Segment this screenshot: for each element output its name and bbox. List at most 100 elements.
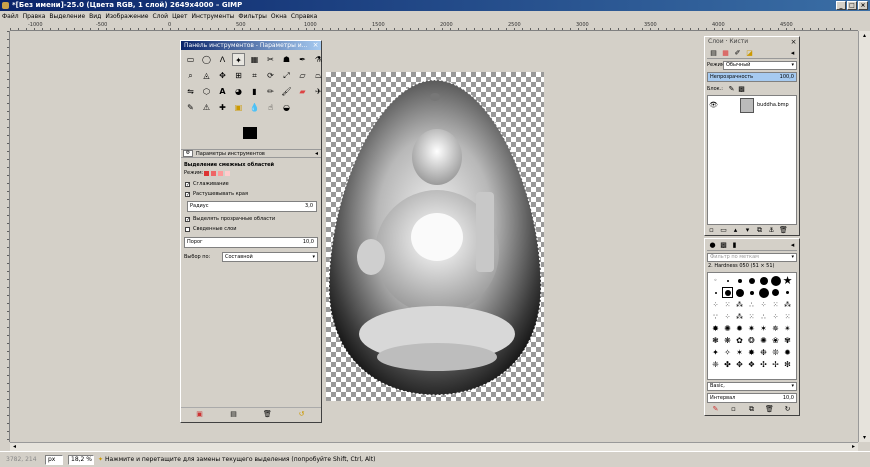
lock-pixels-icon[interactable]: ✎: [727, 85, 736, 94]
scale-icon[interactable]: ⤢: [280, 69, 293, 82]
airbrush-icon[interactable]: ✈: [312, 85, 325, 98]
feather-checkbox[interactable]: ✓: [185, 192, 190, 198]
lock-alpha-icon[interactable]: ▩: [737, 85, 746, 94]
shear-icon[interactable]: ▱: [296, 69, 309, 82]
brush-item[interactable]: ❋: [722, 335, 733, 346]
move-icon[interactable]: ✥: [216, 69, 229, 82]
rotate-icon[interactable]: ⟳: [264, 69, 277, 82]
unit-dropdown[interactable]: px: [45, 455, 63, 465]
lower-layer-icon[interactable]: ▾: [743, 226, 752, 235]
brush-item[interactable]: ⁙: [782, 311, 793, 322]
brush-item[interactable]: ✵: [770, 323, 781, 334]
cage-icon[interactable]: ⬡: [200, 85, 213, 98]
gradient-icon[interactable]: ▮: [248, 85, 261, 98]
brush-item[interactable]: ⁂: [734, 299, 745, 310]
select-by-dropdown[interactable]: Составной ▾: [222, 252, 318, 262]
layers-tab-icon[interactable]: ▤: [709, 49, 718, 58]
brush-item[interactable]: ✧: [722, 347, 733, 358]
foreground-select-icon[interactable]: ☗: [280, 53, 293, 66]
flip-icon[interactable]: ⇋: [184, 85, 197, 98]
delete-layer-icon[interactable]: 🗑: [779, 226, 788, 235]
menu-edit[interactable]: Правка: [21, 11, 48, 22]
maximize-button[interactable]: □: [847, 1, 857, 10]
edit-brush-icon[interactable]: ✎: [711, 405, 720, 414]
menu-view[interactable]: Вид: [87, 11, 103, 22]
tool-options-tab[interactable]: ⚙ Параметры инструментов ◂: [181, 149, 321, 158]
tab-menu-icon[interactable]: ◂: [315, 150, 318, 158]
brush-item[interactable]: ∵: [710, 311, 721, 322]
ruler-corner[interactable]: [0, 22, 10, 31]
brushes-tab-icon[interactable]: ●: [708, 241, 717, 250]
brush-item[interactable]: ❖: [746, 359, 757, 370]
duplicate-brush-icon[interactable]: ⧉: [747, 405, 756, 414]
brush-item[interactable]: [746, 275, 757, 286]
menu-color[interactable]: Цвет: [170, 11, 189, 22]
patterns-tab-icon[interactable]: ▩: [719, 241, 728, 250]
scroll-right-icon[interactable]: ▸: [849, 442, 858, 451]
brush-item[interactable]: [758, 275, 769, 286]
brush-item[interactable]: ✾: [782, 335, 793, 346]
zoom-icon[interactable]: ⌕: [184, 69, 197, 82]
restore-options-icon[interactable]: ▤: [229, 410, 238, 419]
tab-menu-icon[interactable]: ◂: [788, 49, 797, 58]
brush-item[interactable]: [770, 287, 781, 298]
panel-close-icon[interactable]: ×: [311, 41, 320, 50]
brush-item[interactable]: ❂: [746, 335, 757, 346]
brush-item[interactable]: ❈: [710, 359, 721, 370]
zoom-dropdown[interactable]: 18,2 %: [68, 455, 94, 465]
brush-item[interactable]: ❇: [782, 359, 793, 370]
smudge-icon[interactable]: ☝: [264, 101, 277, 114]
brush-item[interactable]: [734, 287, 745, 298]
perspective-icon[interactable]: ⏢: [312, 69, 325, 82]
brush-item[interactable]: ❀: [770, 335, 781, 346]
pencil-icon[interactable]: ✏: [264, 85, 277, 98]
gradients-tab-icon[interactable]: ▮: [730, 241, 739, 250]
delete-options-icon[interactable]: 🗑: [263, 410, 272, 419]
brush-preset-dropdown[interactable]: Basic, ▾: [707, 382, 797, 391]
brush-item[interactable]: ✶: [734, 347, 745, 358]
align-icon[interactable]: ⊞: [232, 69, 245, 82]
menu-layer[interactable]: Слой: [150, 11, 170, 22]
brush-item[interactable]: ★: [782, 274, 793, 287]
brush-item[interactable]: ✺: [758, 335, 769, 346]
brush-item[interactable]: ⁘: [710, 299, 721, 310]
color-picker-icon[interactable]: ⚗: [312, 53, 325, 66]
paths-icon[interactable]: ✒: [296, 53, 309, 66]
brush-item[interactable]: ✣: [758, 359, 769, 370]
menu-select[interactable]: Выделение: [47, 11, 87, 22]
menu-windows[interactable]: Окна: [269, 11, 289, 22]
delete-brush-icon[interactable]: 🗑: [765, 405, 774, 414]
new-brush-icon[interactable]: ▫: [729, 405, 738, 414]
mode-replace-icon[interactable]: [204, 171, 209, 176]
layer-mode-dropdown[interactable]: Обычный ▾: [723, 61, 797, 70]
threshold-slider[interactable]: Порог 10,0: [184, 237, 318, 248]
menu-image[interactable]: Изображение: [103, 11, 150, 22]
brush-item[interactable]: [782, 287, 793, 298]
brush-grid[interactable]: ◦ ★ ⁘ ⁙ ⁂ ∴ ⁘ ⁙ ⁂ ∵ ⁘ ⁂ ⁙ ∴ ⁘ ⁙ ✸ ✺ ✹ ✷ …: [707, 272, 797, 380]
refresh-brushes-icon[interactable]: ↻: [783, 405, 792, 414]
ink-icon[interactable]: ✎: [184, 101, 197, 114]
brush-item[interactable]: ✺: [722, 323, 733, 334]
color-select-icon[interactable]: ▦: [248, 53, 261, 66]
brush-item[interactable]: ✹: [782, 347, 793, 358]
new-layer-icon[interactable]: ▫: [707, 226, 716, 235]
scroll-up-icon[interactable]: ▴: [860, 31, 869, 40]
anchor-layer-icon[interactable]: ⚓: [767, 226, 776, 235]
blur-icon[interactable]: 💧: [248, 101, 261, 114]
brush-item[interactable]: ◦: [710, 275, 721, 286]
brush-item[interactable]: ✶: [758, 323, 769, 334]
eye-icon[interactable]: 👁: [709, 101, 718, 110]
brush-item[interactable]: ✹: [734, 323, 745, 334]
tab-brushes[interactable]: Кисти: [729, 38, 748, 45]
scroll-left-icon[interactable]: ◂: [10, 442, 19, 451]
brush-tag-filter[interactable]: Фильтр по меткам ▾: [707, 253, 797, 262]
brush-item[interactable]: ⁂: [734, 311, 745, 322]
brush-item[interactable]: [758, 287, 769, 298]
tab-layers[interactable]: Слои: [708, 38, 724, 45]
brush-item[interactable]: ⁘: [722, 311, 733, 322]
mode-intersect-icon[interactable]: [225, 171, 230, 176]
spacing-slider[interactable]: Интервал 10,0: [707, 393, 797, 403]
dodge-burn-icon[interactable]: ◒: [280, 101, 293, 114]
brush-item[interactable]: ✸: [746, 347, 757, 358]
brush-item[interactable]: ⁙: [722, 299, 733, 310]
